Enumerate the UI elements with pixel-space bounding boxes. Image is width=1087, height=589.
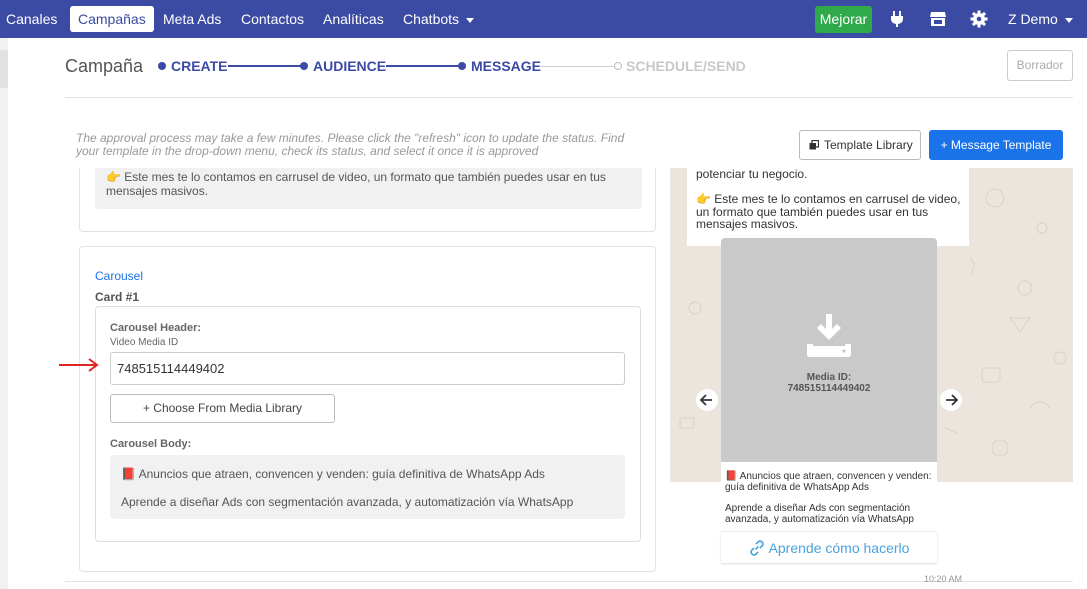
nav-chatbots[interactable]: Chatbots [403,0,475,38]
message-template-button[interactable]: + Message Template [929,130,1063,160]
media-placeholder [721,238,937,462]
preview-line-0: potenciar tu negocio. [696,167,808,181]
step-create[interactable]: CREATE [171,58,228,74]
card-line-1: 📕 Anuncios que atraen, convencen y vende… [725,471,932,482]
user-name: Z Demo [1008,11,1058,27]
media-id-caption: Media ID: [806,372,852,383]
step-schedule-send[interactable]: SCHEDULE/SEND [626,58,746,74]
step-dot-audience [300,62,308,70]
approval-note: The approval process may take a few minu… [76,131,625,158]
nav-contactos[interactable]: Contactos [241,0,304,38]
carousel-body-label: Carousel Body: [110,438,192,450]
previous-message-panel: 👉 Este mes te lo contamos en carrusel de… [79,168,656,232]
arrow-right-icon [59,358,99,372]
step-dot-message [458,62,466,70]
gear-icon[interactable] [969,9,989,29]
template-library-label: Template Library [824,138,913,152]
carousel-body-line-1: 📕 Anuncios que atraen, convencen y vende… [121,467,545,481]
media-id-caption-value: 748515114449402 [787,383,871,394]
nav-meta-ads[interactable]: Meta Ads [163,0,221,38]
card-cta-label: Aprende cómo hacerlo [768,540,910,556]
carousel-body-line-2: Aprende a diseñar Ads con segmentación a… [121,495,574,509]
divider [65,581,1073,582]
message-time: 10:20 AM [924,574,963,584]
step-connector [228,65,304,67]
plug-icon[interactable] [887,9,907,29]
carousel-next-button[interactable] [940,389,962,411]
card-cta-button[interactable]: Aprende cómo hacerlo [721,531,937,563]
previous-message-text: 👉 Este mes te lo contamos en carrusel de… [95,168,642,209]
card-line-4: avanzada, y automatización vía WhatsApp [725,514,914,525]
left-gutter [0,38,8,589]
step-audience[interactable]: AUDIENCE [313,58,386,74]
carousel-prev-button[interactable] [696,389,718,411]
chevron-down-icon [1064,17,1073,23]
nav-campanas[interactable]: Campañas [70,6,154,32]
nav-canales[interactable]: Canales [6,0,57,38]
card-line-3: Aprende a diseñar Ads con segmentación [725,503,911,514]
carousel-card-body: 📕 Anuncios que atraen, convencen y vende… [721,462,937,530]
step-dot-schedule [614,62,622,70]
card-title: Card #1 [95,290,140,304]
chevron-down-icon [466,17,475,23]
media-id-input[interactable]: 748515114449402 [110,352,625,385]
draft-button[interactable]: Borrador [1007,50,1073,81]
card-line-2: guía definitiva de WhatsApp Ads [725,482,869,493]
upgrade-button[interactable]: Mejorar [815,6,872,33]
step-connector [386,65,461,67]
preview-line-3: mensajes masivos. [696,217,799,231]
nav-analiticas[interactable]: Analíticas [323,0,384,38]
download-icon [807,314,851,357]
template-library-button[interactable]: Template Library [799,130,921,160]
nav-chatbots-label: Chatbots [403,11,460,27]
carousel-body-box[interactable]: 📕 Anuncios que atraen, convencen y vende… [110,455,625,519]
media-id-label: Video Media ID [110,337,179,348]
arrow-left-icon [699,394,712,406]
divider [65,97,1073,98]
choose-media-button[interactable]: + Choose From Media Library [110,394,335,423]
step-dot-create [158,62,166,70]
arrow-right-icon [946,394,959,406]
user-menu[interactable]: Z Demo [1008,0,1073,38]
store-icon[interactable] [928,9,948,29]
carousel-header-label: Carousel Header: [110,322,202,334]
preview-line-1: 👉 Este mes te lo contamos en carrusel de… [696,192,961,206]
link-icon [749,540,764,556]
top-nav: Canales Campañas Meta Ads Contactos Anal… [0,0,1087,38]
step-connector [541,66,615,67]
copy-icon [809,140,819,150]
page-title: Campaña [65,56,144,76]
carousel-link[interactable]: Carousel [95,269,143,283]
step-message[interactable]: MESSAGE [471,58,541,74]
